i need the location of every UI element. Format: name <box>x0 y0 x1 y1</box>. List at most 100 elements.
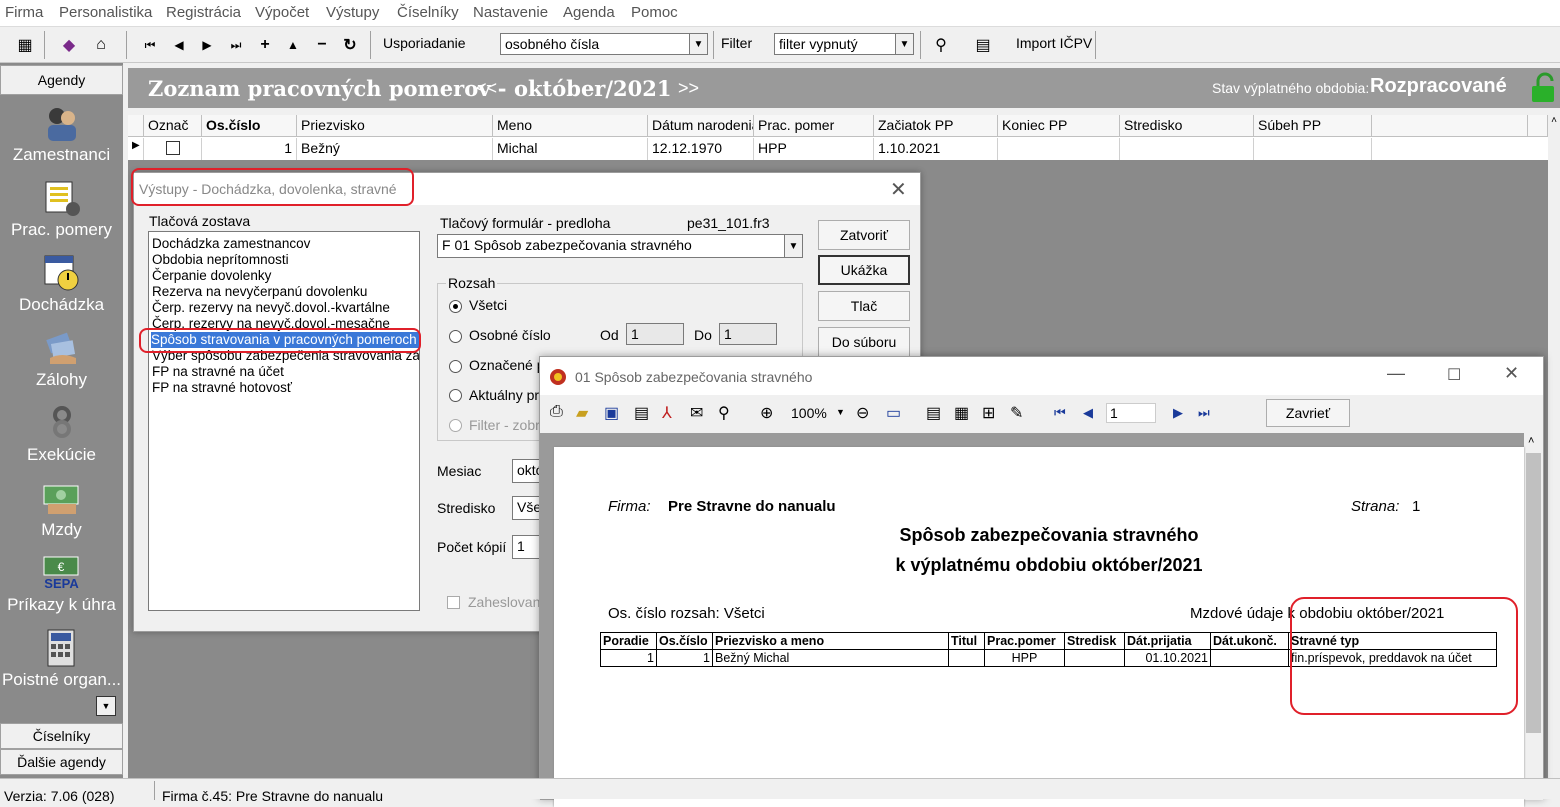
list-item[interactable]: FP na stravné hotovosť <box>152 380 292 396</box>
edit-icon[interactable]: ✎ <box>1010 403 1023 423</box>
outline-icon[interactable]: ▤ <box>926 403 941 423</box>
radio-oznacene[interactable] <box>449 360 462 373</box>
col-oznac[interactable]: Označ <box>144 115 202 137</box>
menu-ciselniky[interactable]: Číselníky <box>397 4 459 21</box>
main-scrollbar[interactable] <box>1548 160 1560 778</box>
thumbnails-icon[interactable]: ▦ <box>954 403 969 423</box>
export-icon[interactable]: ▤ <box>970 32 996 58</box>
sidebar-item-mzdy[interactable]: Mzdy <box>0 478 123 540</box>
zoom-value[interactable]: 100% <box>791 405 827 421</box>
menu-personalistika[interactable]: Personalistika <box>59 4 152 21</box>
col-os-cislo[interactable]: Os.číslo <box>202 115 297 137</box>
scroll-thumb[interactable] <box>1526 453 1541 733</box>
save-icon[interactable]: ▣ <box>604 403 619 423</box>
sidebar-item-poistne[interactable]: Poistné organ... <box>0 628 123 690</box>
binoculars-icon[interactable]: ⚲ <box>928 32 954 58</box>
prev-page-icon[interactable]: ◀ <box>1083 405 1093 421</box>
next-record-icon[interactable]: ▶ <box>194 32 220 58</box>
mail-icon[interactable]: ✉ <box>690 403 703 423</box>
sort-combo[interactable]: osobného čísla ▼ <box>500 33 708 55</box>
filter-combo[interactable]: filter vypnutý ▼ <box>774 33 914 55</box>
open-icon[interactable]: ▰ <box>576 403 588 423</box>
home-icon[interactable]: ⌂ <box>88 32 114 58</box>
up-icon[interactable]: ▲ <box>280 32 306 58</box>
od-field[interactable]: 1 <box>626 323 684 345</box>
export-icon[interactable]: ▤ <box>634 403 649 423</box>
page-setup-icon[interactable]: ⊞ <box>982 403 995 423</box>
col-koniec-pp[interactable]: Koniec PP <box>998 115 1120 137</box>
col-subeh-pp[interactable]: Súbeh PP <box>1254 115 1372 137</box>
chevron-down-icon[interactable]: ▼ <box>836 407 845 417</box>
import-icpv-button[interactable]: Import IČPV <box>1016 35 1092 51</box>
cell-os-cislo[interactable]: 1 <box>202 138 297 160</box>
password-checkbox[interactable] <box>447 596 460 609</box>
list-item[interactable]: Čerpanie dovolenky <box>152 268 271 284</box>
fullscreen-icon[interactable]: ▭ <box>886 403 901 423</box>
cell-subeh-pp[interactable] <box>1254 138 1372 160</box>
list-item[interactable]: Obdobia neprítomnosti <box>152 252 289 268</box>
cell-prac-pomer[interactable]: HPP <box>754 138 874 160</box>
menu-agenda[interactable]: Agenda <box>563 4 615 21</box>
radio-filter[interactable] <box>449 419 462 432</box>
book-icon[interactable]: ◆ <box>56 32 82 58</box>
maximize-icon[interactable]: ☐ <box>1447 365 1461 385</box>
do-field[interactable]: 1 <box>719 323 777 345</box>
menu-firma[interactable]: Firma <box>5 4 43 21</box>
list-item[interactable]: Čerp. rezervy na nevyč.dovol.-kvartálne <box>152 300 390 316</box>
zoom-out-icon[interactable]: ⊖ <box>856 403 869 423</box>
first-page-icon[interactable]: ⏮ <box>1054 405 1066 421</box>
sidebar-head[interactable]: Agendy <box>0 65 123 95</box>
sidebar-item-dochadzka[interactable]: Dochádzka <box>0 253 123 315</box>
prev-period-button[interactable]: << <box>476 78 497 99</box>
pdf-icon[interactable]: ⅄ <box>662 403 672 423</box>
list-item[interactable]: FP na stravné na účet <box>152 364 284 380</box>
preview-button[interactable]: Ukážka <box>818 255 910 285</box>
calculator-icon[interactable]: ▦ <box>12 32 38 58</box>
unlock-icon[interactable] <box>1530 72 1558 104</box>
radio-osobne-cislo[interactable] <box>449 330 462 343</box>
cell-stredisko[interactable] <box>1120 138 1254 160</box>
find-icon[interactable]: ⚲ <box>718 403 730 423</box>
menu-vystupy[interactable]: Výstupy <box>326 4 379 21</box>
sidebar-item-prikazy[interactable]: € SEPA Príkazy k úhra <box>0 553 123 615</box>
delete-record-icon[interactable]: − <box>309 32 335 58</box>
minimize-icon[interactable]: — <box>1387 363 1405 384</box>
next-period-button[interactable]: >> <box>678 78 699 99</box>
cell-koniec-pp[interactable] <box>998 138 1120 160</box>
cell-meno[interactable]: Michal <box>493 138 648 160</box>
col-datum-narodenia[interactable]: Dátum narodenia <box>648 115 754 137</box>
page-number-input[interactable]: 1 <box>1106 403 1156 423</box>
col-prac-pomer[interactable]: Prac. pomer <box>754 115 874 137</box>
menu-pomoc[interactable]: Pomoc <box>631 4 678 21</box>
cell-datum-narodenia[interactable]: 12.12.1970 <box>648 138 754 160</box>
sidebar-ciselniky[interactable]: Číselníky <box>0 723 123 749</box>
preview-scrollbar[interactable]: ˄ <box>1524 433 1543 800</box>
col-meno[interactable]: Meno <box>493 115 648 137</box>
close-button[interactable]: Zatvoriť <box>818 220 910 250</box>
print-button[interactable]: Tlač <box>818 291 910 321</box>
first-record-icon[interactable]: ⏮ <box>137 32 163 58</box>
sidebar-item-exekucie[interactable]: Exekúcie <box>0 403 123 465</box>
menu-registracia[interactable]: Registrácia <box>166 4 241 21</box>
report-list[interactable]: Dochádzka zamestnancov Obdobia neprítomn… <box>148 231 420 611</box>
col-zaciatok-pp[interactable]: Začiatok PP <box>874 115 998 137</box>
sidebar-more-button[interactable]: ▼ <box>96 696 116 716</box>
row-checkbox[interactable] <box>165 141 180 155</box>
close-icon[interactable]: ✕ <box>1504 363 1519 384</box>
menu-vypocet[interactable]: Výpočet <box>255 4 309 21</box>
radio-aktualny[interactable] <box>449 389 462 402</box>
col-priezvisko[interactable]: Priezvisko <box>297 115 493 137</box>
menu-nastavenie[interactable]: Nastavenie <box>473 4 548 21</box>
sidebar-item-zalohy[interactable]: Zálohy <box>0 328 123 390</box>
list-item[interactable]: Dochádzka zamestnancov <box>152 236 310 252</box>
last-page-icon[interactable]: ⏭ <box>1198 405 1210 421</box>
sidebar-dalsie-agendy[interactable]: Ďalšie agendy <box>0 749 123 775</box>
zavriet-button[interactable]: Zavrieť <box>1266 399 1350 427</box>
last-record-icon[interactable]: ⏭ <box>223 32 249 58</box>
close-icon[interactable]: ✕ <box>890 177 907 202</box>
cell-priezvisko[interactable]: Bežný <box>297 138 493 160</box>
list-item[interactable]: Rezerva na nevyčerpanú dovolenku <box>152 284 367 300</box>
zoom-in-icon[interactable]: ⊕ <box>760 403 773 423</box>
print-icon[interactable]: ⎙ <box>550 403 563 421</box>
grid-scrollbar[interactable]: ˄ <box>1548 115 1560 160</box>
